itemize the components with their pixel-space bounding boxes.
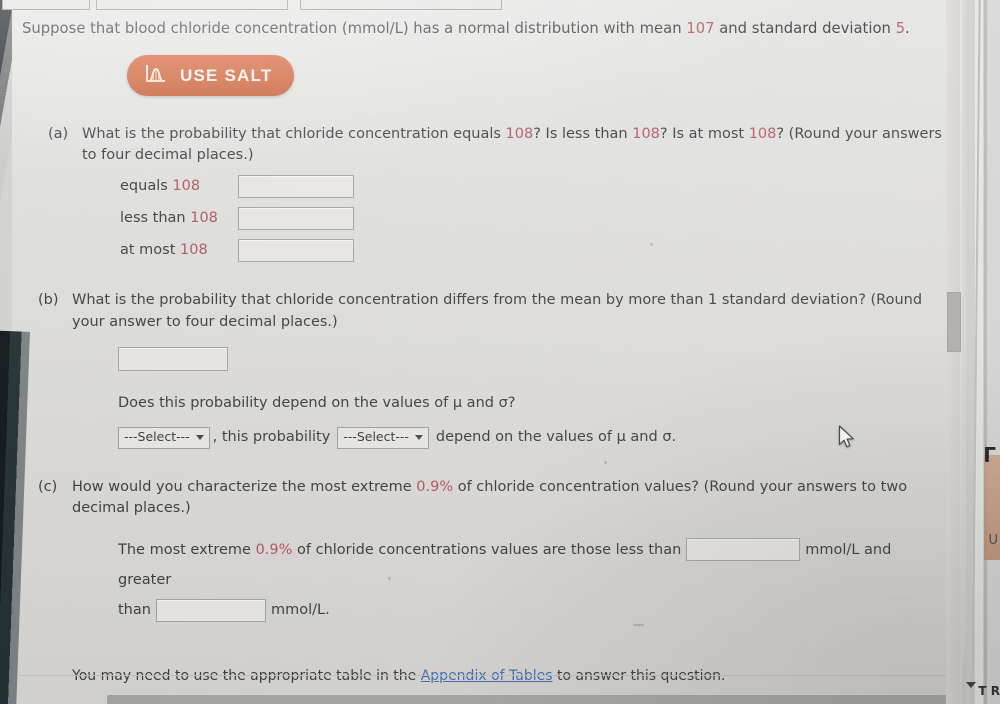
part-a-text-2: ? Is less than xyxy=(533,126,633,143)
bottom-tab-sliver xyxy=(107,695,952,704)
chevron-down-icon xyxy=(195,435,204,441)
input-less-than-108[interactable] xyxy=(238,207,354,231)
part-a-value-2: 108 xyxy=(632,126,660,143)
part-b: (b) What is the probability that chlorid… xyxy=(32,290,962,449)
dust-speck xyxy=(633,624,644,626)
part-c-line-1b: 0.9% xyxy=(255,541,293,558)
part-a: (a) What is the probability that chlorid… xyxy=(42,124,962,263)
offscreen-letter-tr: T R xyxy=(978,684,1000,698)
part-a-value-3: 108 xyxy=(748,126,777,143)
screen-seam xyxy=(971,0,981,704)
stem-text-pre: Suppose that blood chloride concentratio… xyxy=(22,20,687,37)
part-c-value-1: 0.9% xyxy=(416,478,454,495)
part-b-tail-text: depend on the values of μ and σ. xyxy=(435,429,677,446)
part-c-line-1a: The most extreme xyxy=(118,541,256,558)
part-a-value-1: 108 xyxy=(505,126,534,143)
part-a-tag: (a) xyxy=(48,126,69,143)
part-a-text-3: ? Is at most xyxy=(659,126,749,143)
label-less-than: less than 108 xyxy=(120,208,238,229)
stem-text-mid: and standard deviation xyxy=(714,20,896,37)
answer-row-at-most: at most 108 xyxy=(120,239,948,263)
select-depend-or-not[interactable]: ---Select--- xyxy=(337,426,429,449)
browser-page: Suppose that blood chloride concentratio… xyxy=(2,0,962,704)
part-c-text-1: How would you characterize the most extr… xyxy=(72,478,417,495)
input-part-c-greater-than[interactable] xyxy=(155,598,266,622)
stem-mean-value: 107 xyxy=(686,20,715,37)
label-at-most-text: at most xyxy=(120,242,181,259)
part-c-answer-line: The most extreme 0.9% of chloride concen… xyxy=(118,535,948,626)
part-a-prompt: What is the probability that chloride co… xyxy=(82,124,948,166)
browser-tab-3[interactable] xyxy=(300,0,502,10)
stem-text-end: . xyxy=(905,20,910,37)
part-b-subquestion: Does this probability depend on the valu… xyxy=(118,394,516,411)
offscreen-caret-icon xyxy=(966,682,976,688)
normal-curve-icon xyxy=(145,64,167,87)
browser-tabstrip xyxy=(2,0,962,10)
part-b-prompt: What is the probability that chloride co… xyxy=(72,290,948,332)
part-c-body: How would you characterize the most extr… xyxy=(72,477,948,626)
browser-tab-1[interactable] xyxy=(2,0,90,10)
browser-tab-2[interactable] xyxy=(96,0,288,10)
stem-sd-value: 5 xyxy=(895,20,906,37)
input-equals-108[interactable] xyxy=(238,175,354,199)
monitor-photo: Suppose that blood chloride concentratio… xyxy=(0,0,1000,704)
answer-row-equals: equals 108 xyxy=(120,175,948,199)
part-c-line-2b: mmol/L. xyxy=(270,602,330,619)
part-a-body: What is the probability that chloride co… xyxy=(82,124,948,263)
part-a-text-1: What is the probability that chloride co… xyxy=(82,126,506,143)
part-b-value-1: 1 xyxy=(708,292,718,309)
part-b-tag: (b) xyxy=(38,292,59,309)
chevron-down-icon-2 xyxy=(414,435,423,441)
adjacent-screen-strip xyxy=(966,0,1000,704)
appendix-note: You may need to use the appropriate tabl… xyxy=(72,666,962,686)
part-b-text-1: What is the probability that chloride co… xyxy=(72,292,709,309)
part-c-line-1c: of chloride concentrations values are th… xyxy=(292,541,682,558)
label-less-than-text: less than xyxy=(120,210,191,227)
part-b-body: What is the probability that chloride co… xyxy=(72,290,948,449)
question-content: Suppose that blood chloride concentratio… xyxy=(12,18,962,704)
input-part-c-less-than[interactable] xyxy=(686,538,801,562)
part-c-tag: (c) xyxy=(38,478,58,495)
label-at-most: at most 108 xyxy=(120,240,238,261)
bottom-divider xyxy=(20,675,950,676)
label-less-than-value: 108 xyxy=(190,210,218,227)
input-part-b-answer[interactable] xyxy=(118,346,228,371)
use-salt-button[interactable]: USE SALT xyxy=(127,55,295,97)
problem-stem: Suppose that blood chloride concentratio… xyxy=(22,18,962,39)
scrollbar-thumb[interactable] xyxy=(947,292,961,352)
label-at-most-value: 108 xyxy=(180,242,208,259)
label-equals: equals 108 xyxy=(120,176,238,197)
answer-row-less-than: less than 108 xyxy=(120,207,948,231)
select-does-or-not[interactable]: ---Select--- xyxy=(118,426,210,449)
part-b-select-row: ---Select--- , this probability ---Selec… xyxy=(118,426,948,449)
offscreen-glyph: Γ xyxy=(983,443,996,467)
dust-speck xyxy=(604,461,607,464)
dust-speck xyxy=(650,243,653,246)
part-b-mid-text: , this probability xyxy=(212,429,331,446)
use-salt-container: USE SALT xyxy=(127,55,962,97)
page-scrollbar[interactable] xyxy=(946,0,961,704)
offscreen-letter-u: U xyxy=(988,533,998,548)
use-salt-label: USE SALT xyxy=(180,65,273,85)
part-c-prompt: How would you characterize the most extr… xyxy=(72,477,948,519)
part-c-line-2a: than xyxy=(118,602,151,619)
label-equals-text: equals xyxy=(120,178,173,195)
select-depend-or-not-value: ---Select--- xyxy=(343,429,409,445)
select-does-or-not-value: ---Select--- xyxy=(124,429,190,445)
label-equals-value: 108 xyxy=(172,178,201,195)
dust-speck xyxy=(388,577,391,580)
input-at-most-108[interactable] xyxy=(238,239,354,263)
part-c: (c) How would you characterize the most … xyxy=(32,477,962,626)
